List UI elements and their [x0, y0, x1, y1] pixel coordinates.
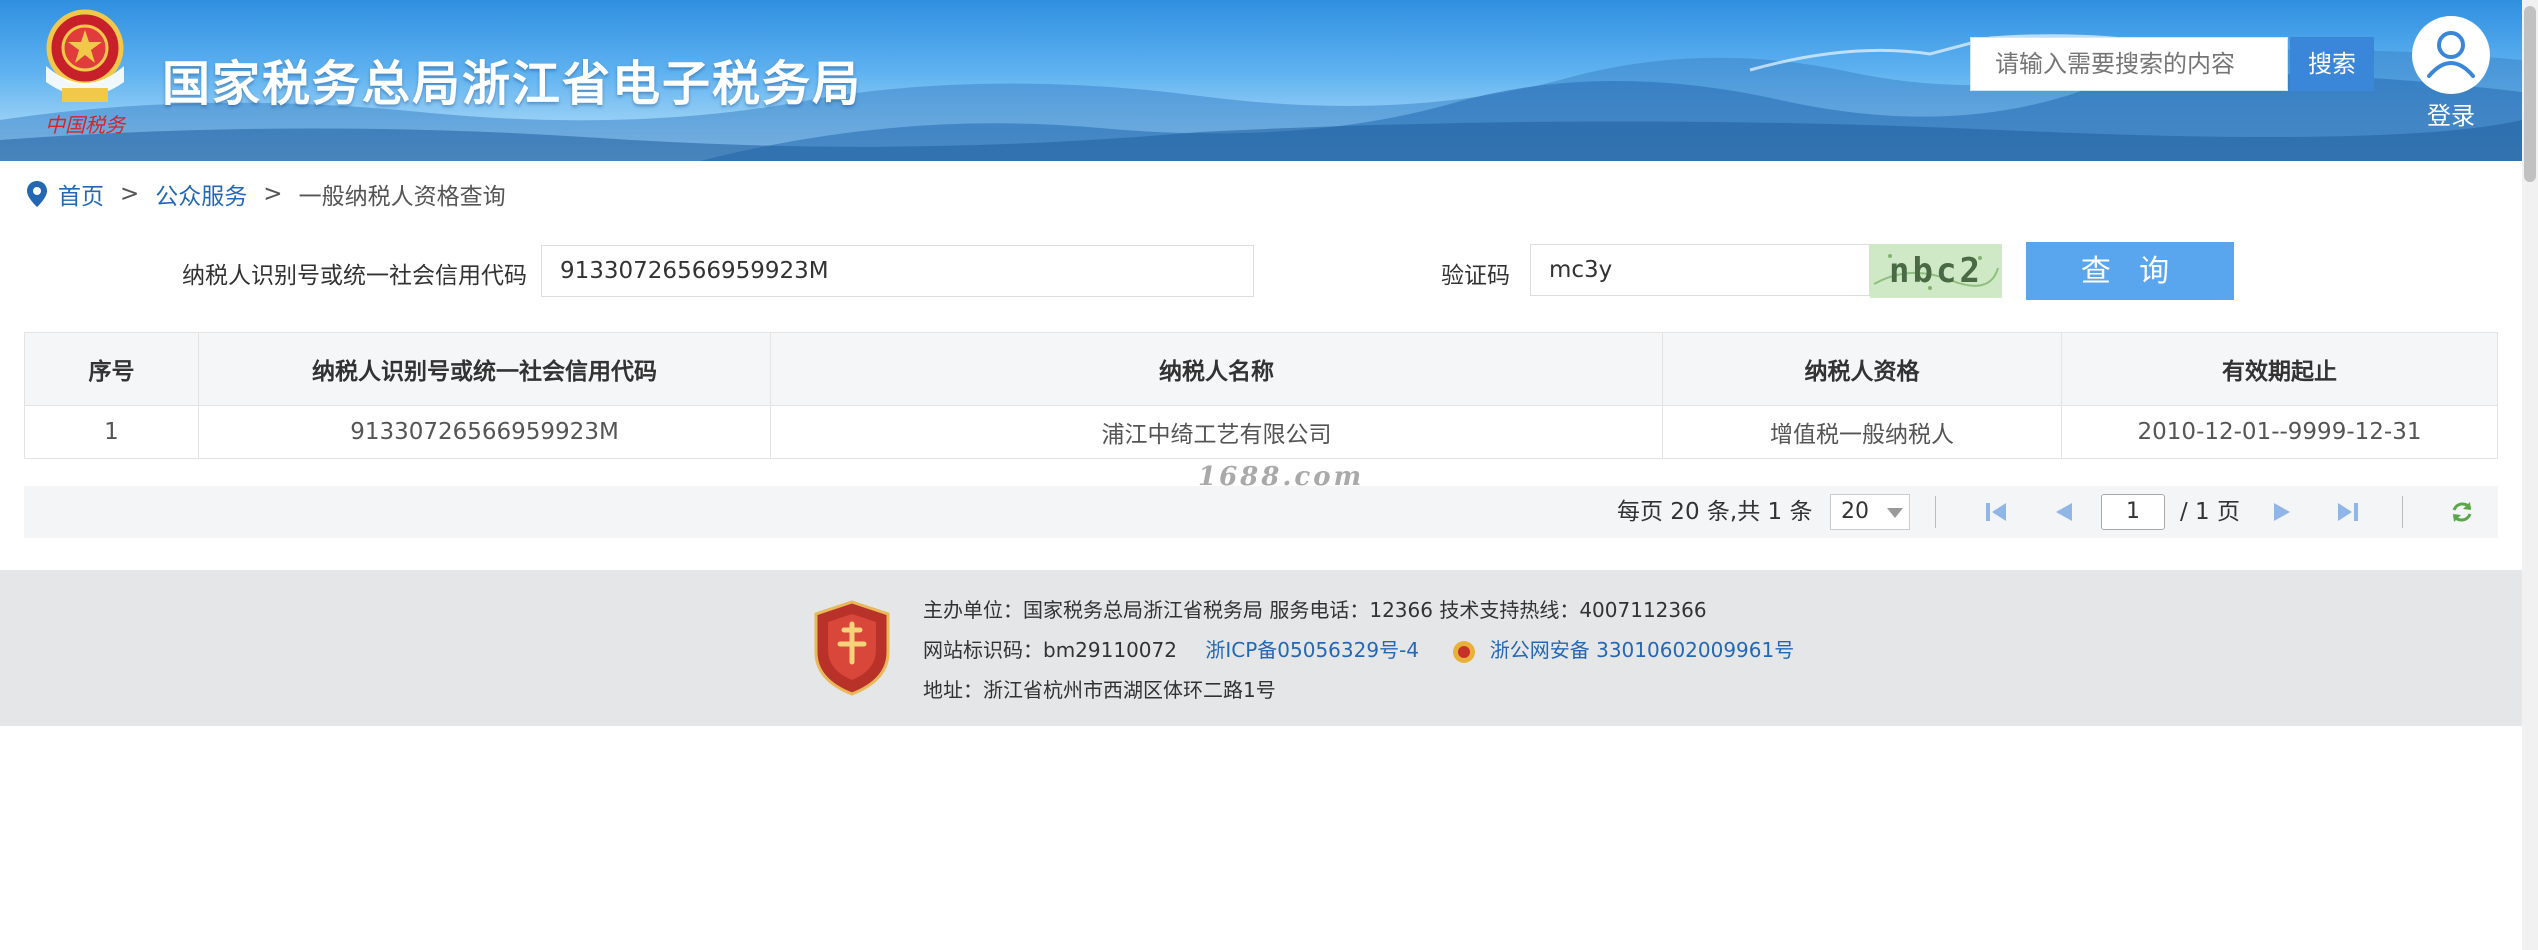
cell-validity: 2010-12-01--9999-12-31: [2061, 405, 2498, 459]
footer-icp-link[interactable]: 浙ICP备05056329号-4: [1205, 638, 1419, 662]
column-header-qualification: 纳税人资格: [1662, 332, 2062, 406]
results-table: 序号 纳税人识别号或统一社会信用代码 纳税人名称 纳税人资格 有效期起止 1 9…: [24, 332, 2498, 459]
column-header-index: 序号: [24, 332, 199, 406]
first-page-icon[interactable]: [1982, 498, 2010, 526]
last-page-icon[interactable]: [2334, 498, 2362, 526]
page-number-input[interactable]: 1: [2101, 494, 2165, 530]
chevron-down-icon: [1887, 508, 1903, 518]
site-title: 国家税务总局浙江省电子税务局: [162, 56, 863, 112]
table-header-row: 序号 纳税人识别号或统一社会信用代码 纳税人名称 纳税人资格 有效期起止: [24, 332, 2498, 406]
svg-text:中国税务: 中国税务: [45, 113, 127, 137]
footer-record-line: 网站标识码：bm29110072 浙ICP备05056329号-4 浙公网安备 …: [923, 634, 1794, 665]
government-badge-icon[interactable]: [812, 600, 892, 696]
footer-police-link[interactable]: 浙公网安备 33010602009961号: [1490, 638, 1795, 662]
taxpayer-id-input[interactable]: [541, 245, 1254, 297]
breadcrumb-public-service-link[interactable]: 公众服务: [155, 177, 247, 211]
table-row: 1 91330726566959923M 浦江中绮工艺有限公司 增值税一般纳税人…: [24, 405, 2498, 459]
pagination-bar: 每页 20 条,共 1 条 20 1 / 1 页: [24, 486, 2498, 538]
cell-taxpayer-id: 91330726566959923M: [198, 405, 771, 459]
total-pages: / 1 页: [2180, 499, 2241, 525]
column-header-taxpayer-name: 纳税人名称: [770, 332, 1663, 406]
prev-page-icon[interactable]: [2050, 498, 2078, 526]
column-header-taxpayer-id: 纳税人识别号或统一社会信用代码: [198, 332, 771, 406]
site-header: 中国税务 国家税务总局浙江省电子税务局 搜索 登录: [0, 0, 2522, 161]
query-button[interactable]: 查 询: [2026, 242, 2234, 300]
cell-taxpayer-name: 浦江中绮工艺有限公司: [770, 405, 1663, 459]
breadcrumb: 首页 > 公众服务 > 一般纳税人资格查询: [26, 177, 506, 211]
search-button[interactable]: 搜索: [2290, 37, 2374, 91]
captcha-image[interactable]: nbc2: [1870, 244, 2002, 298]
page-size-select[interactable]: 20: [1830, 494, 1910, 530]
refresh-icon[interactable]: [2448, 498, 2476, 526]
breadcrumb-home-link[interactable]: 首页: [58, 177, 104, 211]
captcha-text: nbc2: [1889, 251, 1983, 291]
login-link[interactable]: 登录: [2412, 96, 2490, 131]
breadcrumb-current: 一般纳税人资格查询: [298, 184, 506, 210]
captcha-label: 验证码: [1441, 263, 1510, 289]
avatar[interactable]: [2412, 16, 2490, 94]
cell-index: 1: [24, 405, 199, 459]
breadcrumb-separator: >: [120, 181, 140, 207]
user-icon: [2427, 31, 2475, 78]
search-input[interactable]: [1970, 37, 2288, 91]
taxpayer-id-label: 纳税人识别号或统一社会信用代码: [182, 263, 527, 289]
breadcrumb-separator: >: [263, 181, 283, 207]
divider: [2402, 496, 2403, 528]
police-badge-icon: [1453, 640, 1476, 663]
cell-qualification: 增值税一般纳税人: [1662, 405, 2062, 459]
column-header-validity: 有效期起止: [2061, 332, 2498, 406]
next-page-icon[interactable]: [2268, 498, 2296, 526]
divider: [1935, 496, 1936, 528]
page-size-value: 20: [1841, 499, 1869, 524]
footer-address: 地址：浙江省杭州市西湖区体环二路1号: [923, 678, 1276, 702]
scrollbar-thumb[interactable]: [2524, 6, 2536, 182]
footer-site-id: 网站标识码：bm29110072: [923, 638, 1177, 662]
location-pin-icon: [27, 181, 47, 207]
captcha-input[interactable]: [1530, 244, 1870, 296]
pagination-info: 每页 20 条,共 1 条: [1617, 499, 1813, 525]
site-footer: 主办单位：国家税务总局浙江省税务局 服务电话：12366 技术支持热线：4007…: [0, 570, 2522, 726]
tax-emblem-icon: 中国税务: [45, 9, 127, 137]
footer-sponsor: 主办单位：国家税务总局浙江省税务局 服务电话：12366 技术支持热线：4007…: [923, 598, 1707, 622]
